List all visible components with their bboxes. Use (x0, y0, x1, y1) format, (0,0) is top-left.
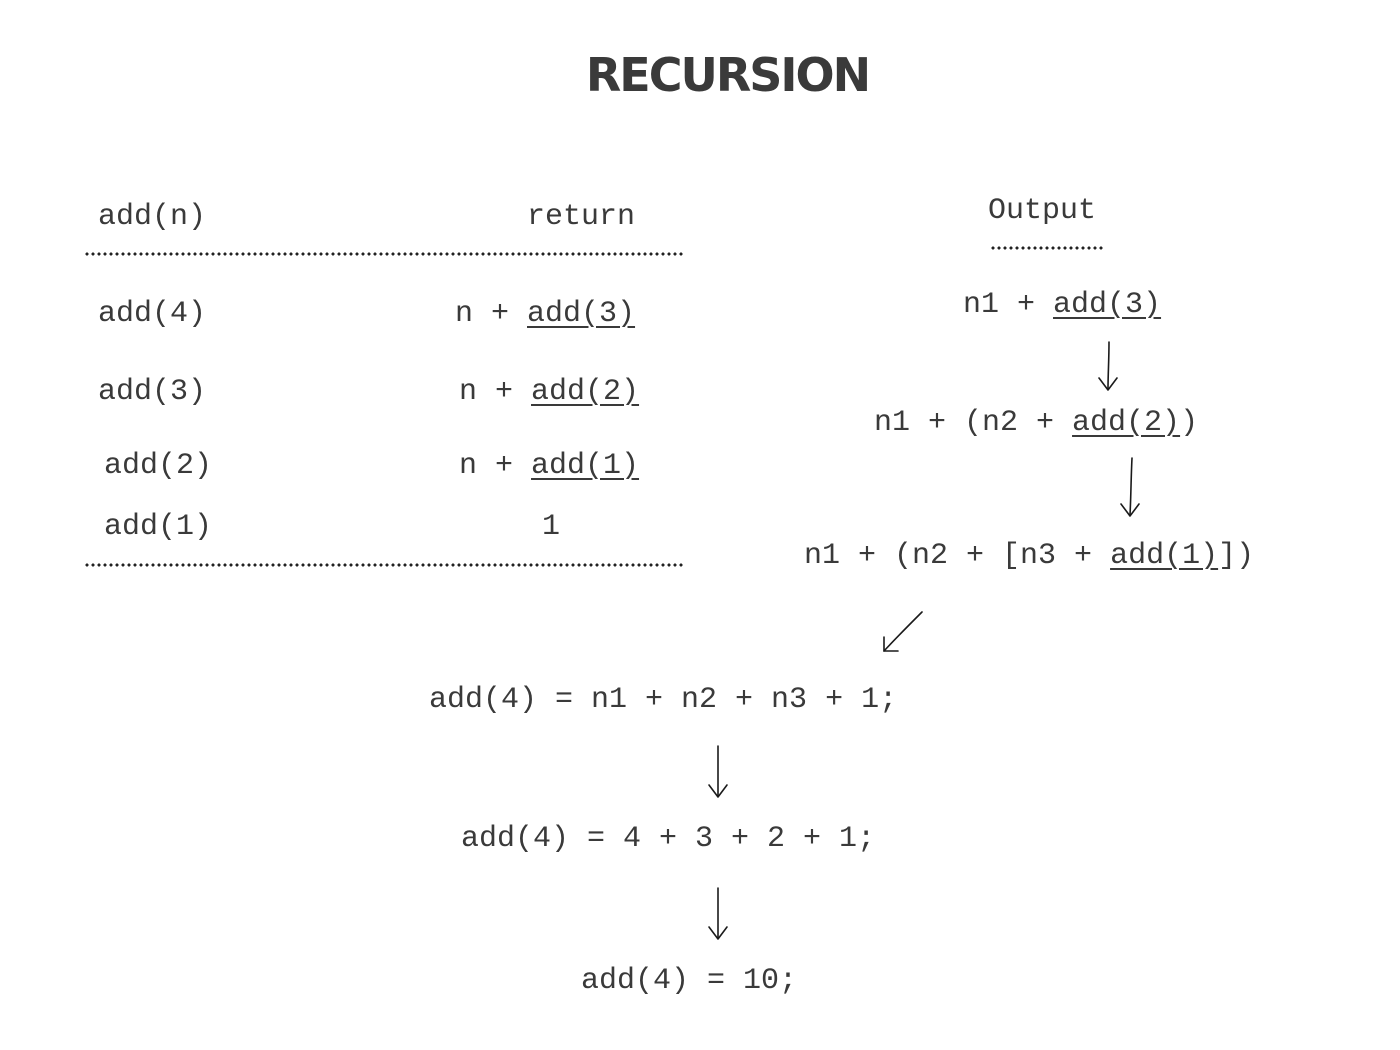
diagonal-arrow-icon (883, 611, 923, 652)
table-row-call: add(2) (104, 449, 213, 483)
table-row-call: add(3) (98, 375, 207, 409)
output-step: n1 + add(3) (963, 288, 1162, 322)
down-arrow-icon (1098, 341, 1118, 391)
table-row-call: add(4) (98, 297, 207, 331)
table-row-return: n + add(3) (455, 297, 636, 331)
output-step: n1 + (n2 + add(2)) (874, 406, 1199, 440)
table-row-call: add(1) (104, 510, 213, 544)
result-line: add(4) = n1 + n2 + n3 + 1; (429, 683, 898, 717)
table-header-call: add(n) (98, 200, 207, 234)
output-header-divider (990, 246, 1104, 250)
down-arrow-icon (1120, 457, 1140, 517)
table-row-return: n + add(2) (459, 375, 640, 409)
down-arrow-icon (708, 887, 728, 940)
output-header: Output (988, 194, 1097, 228)
table-row-return: n + add(1) (459, 449, 640, 483)
table-header-return: return (527, 200, 636, 234)
result-line: add(4) = 4 + 3 + 2 + 1; (461, 822, 876, 856)
result-line: add(4) = 10; (581, 964, 798, 998)
output-step: n1 + (n2 + [n3 + add(1)]) (804, 539, 1255, 573)
table-row-return: 1 (542, 510, 561, 544)
table-bottom-divider (84, 563, 684, 567)
diagram-title: RECURSION (585, 48, 871, 102)
table-top-divider (84, 252, 684, 256)
down-arrow-icon (708, 745, 728, 798)
